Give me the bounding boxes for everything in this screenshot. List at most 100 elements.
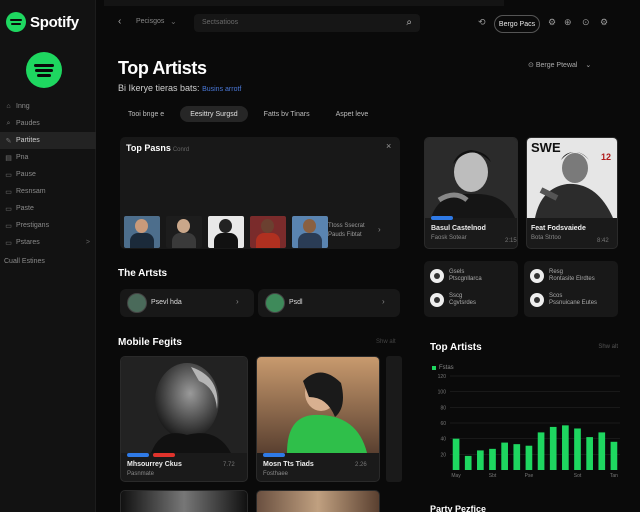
notifications-icon[interactable]: ⊙ — [582, 17, 590, 28]
sidebar-item-label: Paste — [16, 205, 34, 212]
sidebar-item[interactable]: ▭ Paste — [0, 200, 96, 217]
artist-card[interactable]: SWE 12 Feat Fodsvaiede 8:42 Bota Strtoo — [526, 137, 618, 249]
chart-bar[interactable] — [537, 432, 545, 470]
chevron-right-icon[interactable]: › — [378, 225, 381, 234]
filter-chip[interactable]: Tooi bnge e — [118, 106, 174, 122]
sidebar-item[interactable]: ⌂ Inng — [0, 98, 96, 115]
account-button[interactable]: Bergo Pacs — [494, 15, 540, 33]
filter-chip[interactable]: Eesittry Surgsd — [180, 106, 248, 122]
banner-number: 12 — [601, 152, 612, 162]
chart-bar[interactable] — [513, 444, 521, 470]
artist-pill-label: Psevl hda — [151, 299, 182, 306]
add-icon[interactable]: ⊕ — [564, 17, 572, 28]
panel-title: Top Pasns Conrd — [126, 143, 189, 153]
list-item[interactable]: Scos Pssnuicane Eutes — [530, 293, 597, 307]
settings-icon[interactable]: ⚙ — [548, 17, 556, 28]
avatar — [530, 293, 544, 307]
search-input[interactable]: Sectsatioos ⌕ — [194, 14, 420, 32]
album-thumbnail[interactable] — [166, 216, 202, 248]
album-thumbnail[interactable] — [124, 216, 160, 248]
chart-bar[interactable] — [452, 438, 460, 470]
x-tick-label: Sot — [574, 473, 582, 479]
close-icon[interactable]: × — [386, 141, 391, 151]
chart-bar[interactable] — [562, 425, 569, 470]
artist-pill[interactable]: Psdl › — [258, 289, 400, 317]
sidebar-item[interactable]: ▭ Prestigans — [0, 217, 96, 234]
progress-bar — [263, 453, 285, 457]
avatar — [430, 269, 444, 283]
x-tick-label: Sbt — [489, 473, 497, 479]
chevron-down-icon: ⌄ — [585, 62, 592, 69]
sidebar-item[interactable]: ⌕ Paudes — [0, 115, 96, 132]
library-icon: ▤ — [5, 154, 12, 162]
chart-title: Top Artists — [430, 342, 482, 353]
list-item[interactable]: Resg Rontasite Elrdtes — [530, 269, 595, 283]
album-thumbnails — [124, 216, 328, 248]
sort-dropdown[interactable]: ⊙ Berge Ptewal ⌄ — [528, 61, 591, 69]
brand-name: Spotify — [30, 13, 79, 31]
back-arrow-icon[interactable]: ‹ — [118, 16, 121, 27]
artist-photo — [425, 138, 517, 218]
progress-bar — [127, 453, 149, 457]
y-tick-label: 60 — [440, 421, 446, 427]
panel-title-muted: Conrd — [172, 147, 190, 153]
artist-card[interactable]: Mhsourrey Ckus 7.72 Pasnmate — [120, 356, 248, 482]
panel-caption: Ttoss Ssecrat Pauds Fibtat — [328, 222, 365, 240]
avatar — [430, 293, 444, 307]
search-icon[interactable]: ⌕ — [406, 17, 412, 28]
chart-bar[interactable] — [574, 428, 581, 470]
mini-list-panel: Gsels Ptscgnllarca Sscg Cgvtsrdes — [424, 261, 518, 317]
progress-bar — [153, 453, 175, 457]
x-tick-label: Pse — [525, 473, 534, 479]
card-meta: Bota Strtoo — [531, 235, 562, 241]
scroll-peek-card[interactable] — [386, 356, 402, 482]
brand-logo[interactable]: Spotify — [6, 12, 79, 32]
chevron-down-icon[interactable]: ⌄ — [170, 17, 177, 26]
card-number: 2:15 — [505, 238, 517, 244]
list-item[interactable]: Gsels Ptscgnllarca — [430, 269, 482, 283]
artist-card[interactable]: Basul Castelnod 2:15 Faosk Sotear — [424, 137, 518, 249]
show-all-link[interactable]: Shw alt — [598, 344, 618, 350]
show-all-link[interactable]: Shw alt — [376, 339, 396, 345]
album-thumbnail[interactable] — [250, 216, 286, 248]
chart-bar[interactable] — [525, 445, 533, 470]
x-tick-label: May — [451, 473, 461, 479]
list-item[interactable]: Sscg Cgvtsrdes — [430, 293, 476, 307]
artist-card[interactable] — [256, 490, 380, 512]
card-meta: Fosthaee — [263, 471, 289, 477]
list-item-label: Scos Pssnuicane Eutes — [549, 293, 598, 306]
breadcrumb[interactable]: Pecisgos — [136, 18, 164, 25]
chart-bar[interactable] — [549, 426, 557, 470]
filter-chips: Tooi bnge e Eesittry Surgsd Fatts bv Tinar… — [118, 106, 378, 122]
chart-bar[interactable] — [477, 450, 484, 470]
sidebar-item[interactable]: ▤ Pna — [0, 149, 96, 166]
artist-card[interactable]: Mosn Tts Tiads 2.26 Fosthaee — [256, 356, 380, 482]
chart-bar[interactable] — [501, 442, 508, 470]
chart-bar[interactable] — [489, 448, 496, 470]
chart-bar[interactable] — [586, 437, 593, 470]
chart-bar[interactable] — [610, 441, 618, 470]
subtitle-link[interactable]: Busins arrotf — [202, 86, 241, 93]
chart-bar[interactable] — [464, 455, 472, 470]
sidebar-footer[interactable]: Cuall Estines — [4, 258, 45, 265]
chart-bar[interactable] — [598, 432, 606, 470]
sidebar-item[interactable]: ✎ Partites — [0, 132, 96, 149]
tab-strip — [104, 0, 504, 6]
history-icon[interactable]: ⟲ — [478, 17, 486, 28]
gear-icon[interactable]: ⚙ — [600, 17, 608, 28]
sidebar-item[interactable]: ▭ Pause — [0, 166, 96, 183]
artist-photo — [257, 491, 379, 512]
artist-card[interactable] — [120, 490, 248, 512]
section-heading-bottom: Party Pezfice — [430, 504, 487, 512]
chart-canvas: 120 100 80 60 40 20 May Sbt Pse Sot Tan — [438, 374, 620, 479]
album-thumbnail[interactable] — [208, 216, 244, 248]
sidebar-item[interactable]: ▭ Resnsam — [0, 183, 96, 200]
filter-chip[interactable]: Fatts bv Tinars — [254, 106, 320, 122]
edit-icon: ✎ — [5, 137, 12, 145]
artist-pill[interactable]: Psevl hda › — [120, 289, 254, 317]
filter-chip[interactable]: Aspet leve — [326, 106, 379, 122]
sidebar-item[interactable]: ▭ Pstares > — [0, 234, 96, 251]
list-icon: ▭ — [5, 222, 12, 230]
album-thumbnail[interactable] — [292, 216, 328, 248]
top-artists-chart: Top Artists Shw alt Fstas 120 100 80 60 40 20… — [420, 332, 630, 480]
